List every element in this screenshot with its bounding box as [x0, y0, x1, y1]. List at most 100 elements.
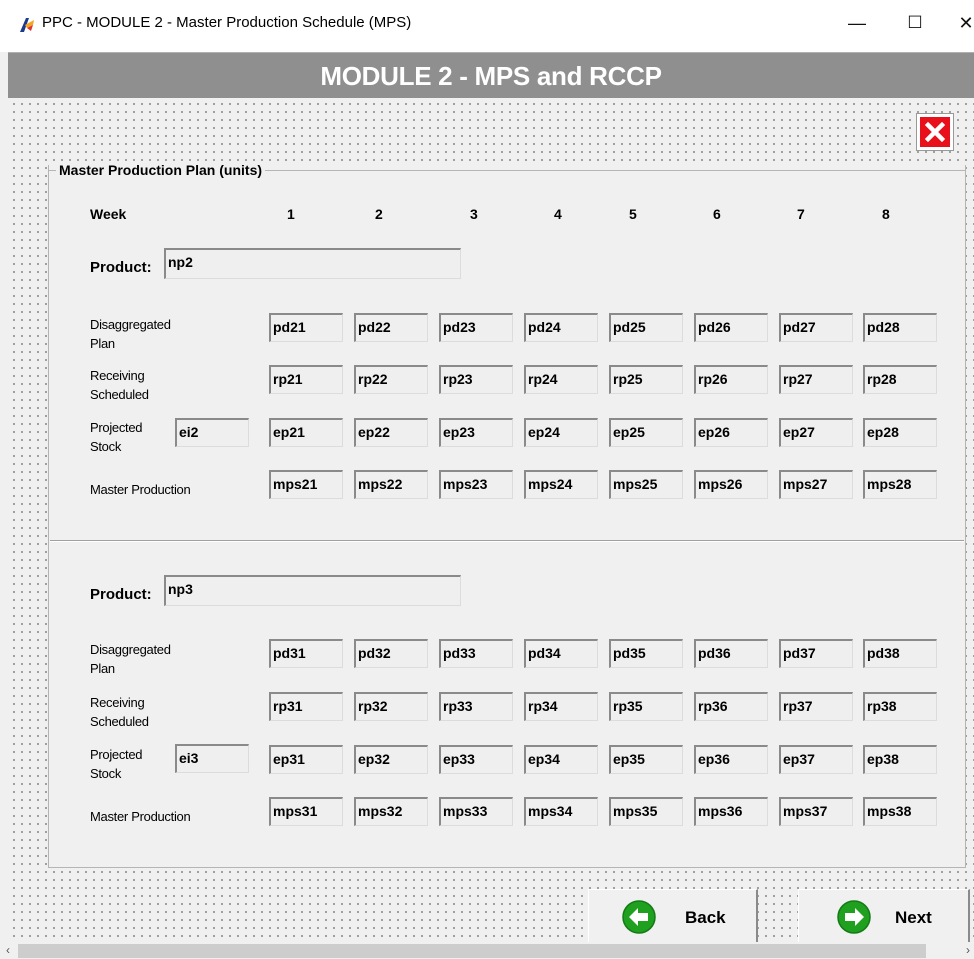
- panel-legend: Master Production Plan (units): [56, 162, 266, 178]
- master-production-field[interactable]: mps34: [524, 797, 598, 826]
- projected-stock-field[interactable]: ep37: [779, 745, 853, 774]
- close-form-button[interactable]: [916, 113, 954, 151]
- product-name-field[interactable]: np2: [164, 248, 461, 279]
- maximize-button[interactable]: ☐: [900, 8, 930, 38]
- projected-stock-field[interactable]: ep32: [354, 745, 428, 774]
- product-name-field[interactable]: np3: [164, 575, 461, 606]
- projected-stock-field[interactable]: ep28: [863, 418, 937, 447]
- disaggregated-plan-field[interactable]: pd23: [439, 313, 513, 342]
- master-production-field[interactable]: mps21: [269, 470, 343, 499]
- master-production-field[interactable]: mps22: [354, 470, 428, 499]
- projected-stock-field[interactable]: ep33: [439, 745, 513, 774]
- row-label-projected: Projected Stock: [90, 420, 143, 454]
- projected-stock-field[interactable]: ep23: [439, 418, 513, 447]
- disaggregated-plan-field[interactable]: pd28: [863, 313, 937, 342]
- disaggregated-plan-field[interactable]: pd21: [269, 313, 343, 342]
- receiving-scheduled-field[interactable]: rp38: [863, 692, 937, 721]
- receiving-scheduled-field[interactable]: rp21: [269, 365, 343, 394]
- receiving-scheduled-field[interactable]: rp35: [609, 692, 683, 721]
- disaggregated-plan-field[interactable]: pd24: [524, 313, 598, 342]
- master-production-field[interactable]: mps36: [694, 797, 768, 826]
- receiving-scheduled-field[interactable]: rp36: [694, 692, 768, 721]
- window-close-button[interactable]: ✕: [958, 8, 974, 38]
- receiving-scheduled-field[interactable]: rp31: [269, 692, 343, 721]
- receiving-scheduled-field[interactable]: rp24: [524, 365, 598, 394]
- master-production-field[interactable]: mps25: [609, 470, 683, 499]
- window-title: PPC - MODULE 2 - Master Production Sched…: [42, 14, 412, 31]
- projected-stock-field[interactable]: ep31: [269, 745, 343, 774]
- projected-stock-field[interactable]: ep27: [779, 418, 853, 447]
- horizontal-scrollbar[interactable]: ‹ ›: [0, 942, 974, 959]
- disaggregated-plan-field[interactable]: pd26: [694, 313, 768, 342]
- projected-stock-field[interactable]: ep21: [269, 418, 343, 447]
- master-production-field[interactable]: mps38: [863, 797, 937, 826]
- master-production-field[interactable]: mps33: [439, 797, 513, 826]
- disaggregated-plan-field[interactable]: pd27: [779, 313, 853, 342]
- projected-stock-field[interactable]: ep36: [694, 745, 768, 774]
- week-number: 8: [882, 206, 890, 222]
- master-production-field[interactable]: mps32: [354, 797, 428, 826]
- back-label: Back: [685, 908, 726, 927]
- back-button[interactable]: Back: [588, 889, 758, 944]
- receiving-scheduled-field[interactable]: rp28: [863, 365, 937, 394]
- master-production-field[interactable]: mps26: [694, 470, 768, 499]
- projected-stock-field[interactable]: ep22: [354, 418, 428, 447]
- initial-stock-field[interactable]: ei3: [175, 744, 249, 773]
- receiving-scheduled-field[interactable]: rp33: [439, 692, 513, 721]
- receiving-scheduled-field[interactable]: rp34: [524, 692, 598, 721]
- master-production-field[interactable]: mps28: [863, 470, 937, 499]
- week-label: Week: [90, 206, 127, 222]
- master-production-field[interactable]: mps27: [779, 470, 853, 499]
- master-production-field[interactable]: mps24: [524, 470, 598, 499]
- scrollbar-thumb[interactable]: [18, 944, 926, 958]
- master-production-field[interactable]: mps35: [609, 797, 683, 826]
- week-number: 7: [797, 206, 805, 222]
- disaggregated-plan-field[interactable]: pd32: [354, 639, 428, 668]
- chevron-right-icon[interactable]: ›: [962, 942, 974, 959]
- initial-stock-field[interactable]: ei2: [175, 418, 249, 447]
- projected-stock-field[interactable]: ep38: [863, 745, 937, 774]
- receiving-scheduled-field[interactable]: rp26: [694, 365, 768, 394]
- receiving-scheduled-field[interactable]: rp22: [354, 365, 428, 394]
- product-label: Product:: [90, 259, 152, 276]
- master-production-field[interactable]: mps31: [269, 797, 343, 826]
- disaggregated-plan-field[interactable]: pd22: [354, 313, 428, 342]
- receiving-scheduled-field[interactable]: rp23: [439, 365, 513, 394]
- product-divider: [50, 540, 964, 542]
- master-production-field[interactable]: mps37: [779, 797, 853, 826]
- disaggregated-plan-field[interactable]: pd36: [694, 639, 768, 668]
- projected-stock-field[interactable]: ep25: [609, 418, 683, 447]
- projected-stock-field[interactable]: ep35: [609, 745, 683, 774]
- arrow-right-icon: [837, 900, 871, 934]
- product-label: Product:: [90, 586, 152, 603]
- week-number: 2: [375, 206, 383, 222]
- row-label-projected: Projected Stock: [90, 747, 143, 781]
- disaggregated-plan-field[interactable]: pd38: [863, 639, 937, 668]
- week-number: 3: [470, 206, 478, 222]
- receiving-scheduled-field[interactable]: rp32: [354, 692, 428, 721]
- projected-stock-field[interactable]: ep24: [524, 418, 598, 447]
- disaggregated-plan-field[interactable]: pd37: [779, 639, 853, 668]
- close-x-icon: [920, 117, 950, 147]
- next-button[interactable]: Next: [798, 889, 970, 944]
- week-number: 6: [713, 206, 721, 222]
- disaggregated-plan-field[interactable]: pd34: [524, 639, 598, 668]
- projected-stock-field[interactable]: ep26: [694, 418, 768, 447]
- chevron-left-icon[interactable]: ‹: [0, 942, 16, 959]
- disaggregated-plan-field[interactable]: pd31: [269, 639, 343, 668]
- minimize-button[interactable]: —: [842, 8, 872, 38]
- row-label-disaggregated: Disaggregated Plan: [90, 642, 171, 676]
- week-number: 1: [287, 206, 295, 222]
- projected-stock-field[interactable]: ep34: [524, 745, 598, 774]
- row-label-master-production: Master Production: [90, 809, 191, 824]
- receiving-scheduled-field[interactable]: rp25: [609, 365, 683, 394]
- disaggregated-plan-field[interactable]: pd33: [439, 639, 513, 668]
- master-production-field[interactable]: mps23: [439, 470, 513, 499]
- receiving-scheduled-field[interactable]: rp37: [779, 692, 853, 721]
- receiving-scheduled-field[interactable]: rp27: [779, 365, 853, 394]
- disaggregated-plan-field[interactable]: pd35: [609, 639, 683, 668]
- arrow-left-icon: [622, 900, 656, 934]
- disaggregated-plan-field[interactable]: pd25: [609, 313, 683, 342]
- week-number: 4: [554, 206, 562, 222]
- next-label: Next: [895, 908, 932, 927]
